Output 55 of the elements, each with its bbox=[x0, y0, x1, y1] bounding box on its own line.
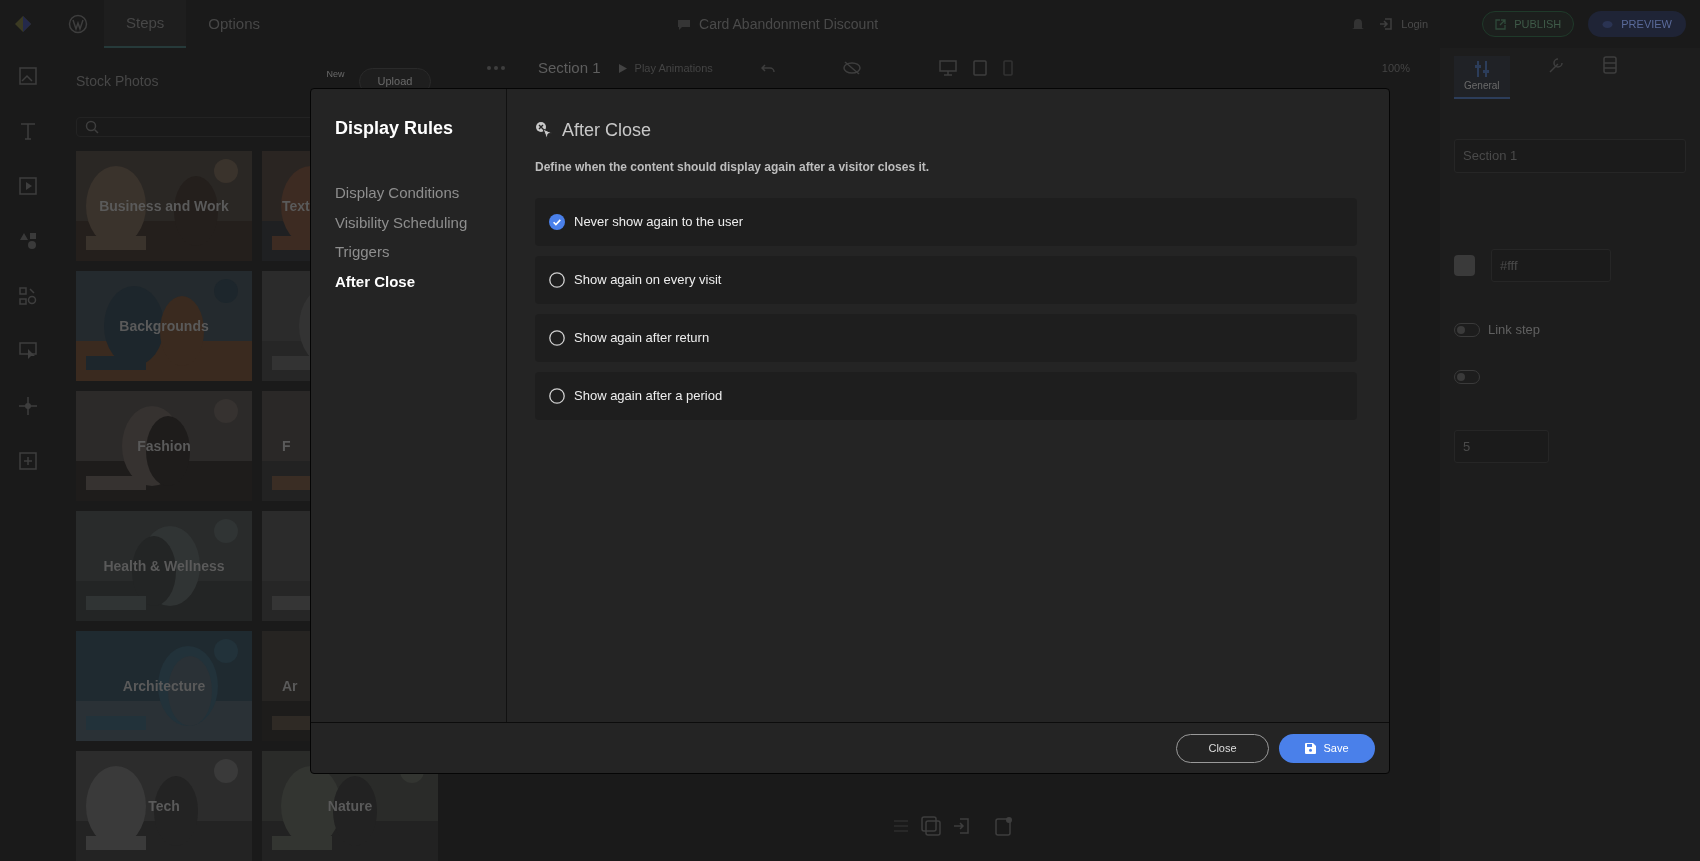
wrench-icon[interactable] bbox=[1547, 56, 1564, 74]
login-icon[interactable] bbox=[953, 818, 969, 834]
radio-option[interactable]: Show again after return bbox=[535, 314, 1357, 362]
external-link-icon bbox=[1495, 18, 1507, 30]
category-label: Architecture bbox=[122, 676, 206, 696]
wordpress-icon bbox=[68, 14, 88, 34]
image-icon[interactable] bbox=[18, 66, 38, 86]
chat-icon bbox=[677, 17, 692, 31]
bell-icon bbox=[1351, 16, 1366, 32]
layers-icon[interactable] bbox=[921, 816, 941, 836]
tablet-icon[interactable] bbox=[972, 60, 987, 76]
floppy-icon bbox=[1305, 742, 1317, 754]
radio-option[interactable]: Never show again to the user bbox=[535, 198, 1357, 246]
more-icon[interactable] bbox=[486, 65, 506, 71]
dialog-title: Display Rules bbox=[335, 117, 455, 140]
category-label: Fashion bbox=[137, 436, 191, 456]
clipboard-icon[interactable] bbox=[995, 816, 1013, 836]
undo-icon[interactable] bbox=[760, 62, 775, 74]
publish-button[interactable]: PUBLISH bbox=[1482, 11, 1575, 37]
text-icon[interactable] bbox=[18, 121, 38, 141]
toggle-label: Link step bbox=[1488, 321, 1541, 339]
radio-option[interactable]: Show again on every visit bbox=[535, 256, 1357, 304]
sliders-icon bbox=[1473, 60, 1490, 78]
category-label: Ar bbox=[282, 676, 298, 696]
play-icon bbox=[618, 63, 627, 73]
shapes-icon[interactable] bbox=[18, 231, 38, 251]
radio-option[interactable]: Show again after a period bbox=[535, 372, 1357, 420]
description: Define when the content should display again after a visitor closes it. bbox=[535, 159, 931, 176]
preview-button[interactable]: PREVIEW bbox=[1588, 11, 1686, 37]
desktop-icon[interactable] bbox=[938, 60, 957, 76]
elements-icon[interactable] bbox=[18, 286, 38, 306]
click-icon[interactable] bbox=[18, 341, 38, 361]
move-icon[interactable] bbox=[18, 396, 38, 416]
section-title: After Close bbox=[562, 119, 652, 142]
nav-item[interactable]: Display Conditions bbox=[335, 178, 460, 208]
category-label: Backgrounds bbox=[119, 316, 209, 336]
login-icon bbox=[1379, 17, 1394, 31]
database-icon[interactable] bbox=[1601, 56, 1618, 74]
add-icon[interactable] bbox=[18, 451, 38, 471]
panel-tab[interactable]: General bbox=[1454, 56, 1510, 99]
logo-icon bbox=[14, 15, 32, 33]
section-name: Section 1 bbox=[538, 57, 601, 78]
nav-item[interactable]: Triggers bbox=[335, 237, 390, 267]
nav-item[interactable]: After Close bbox=[335, 266, 416, 296]
nav-item[interactable]: Visibility Scheduling bbox=[335, 207, 468, 237]
category-label: Text bbox=[282, 196, 310, 216]
video-icon[interactable] bbox=[18, 176, 38, 196]
search-icon bbox=[85, 119, 99, 134]
hidden-icon[interactable] bbox=[842, 61, 861, 75]
pointer-icon bbox=[535, 121, 554, 140]
save-button[interactable]: Save bbox=[1279, 733, 1375, 763]
category-label: Nature bbox=[327, 796, 373, 816]
eye-icon bbox=[1602, 19, 1614, 29]
new-label: New bbox=[326, 67, 345, 81]
color-swatch[interactable] bbox=[1454, 254, 1475, 276]
